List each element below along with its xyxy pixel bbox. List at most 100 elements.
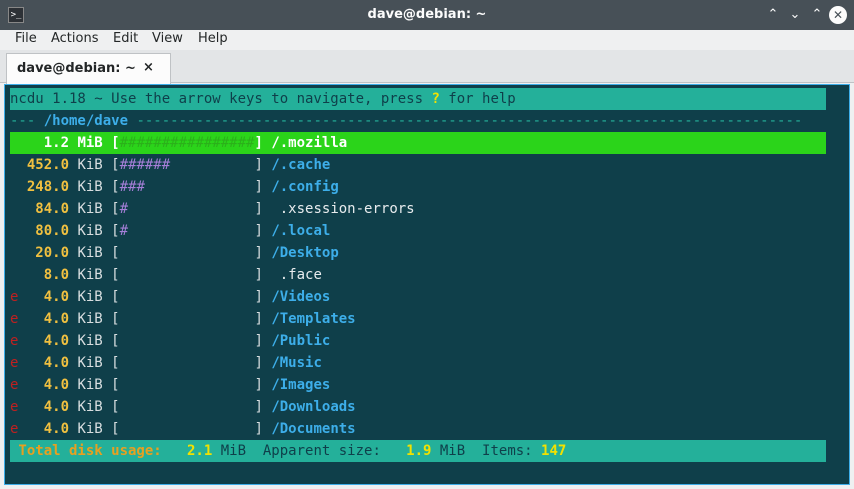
entry-size: 4.0 [18,289,70,305]
entry-row[interactable]: 1.2 MiB [################] /.mozilla [10,132,826,154]
apparent-size-label: Apparent size: [246,443,381,459]
menu-view[interactable]: View [152,31,183,46]
minimize-icon[interactable]: ⌄ [785,5,805,25]
entry-size: 4.0 [18,377,70,393]
entry-row[interactable]: e 4.0 KiB [ ] /Templates [10,308,826,330]
items-label: Items: [465,443,533,459]
entry-unit: KiB [69,333,103,349]
entry-usage-bar [120,421,255,437]
entry-size: 8.0 [18,267,70,283]
entry-row[interactable]: e 4.0 KiB [ ] /Downloads [10,396,826,418]
menu-edit[interactable]: Edit [113,31,138,46]
entry-usage-bar [120,267,255,283]
bar-open: [ [102,245,120,261]
bar-open: [ [102,267,120,283]
menu-actions[interactable]: Actions [51,31,99,46]
path-suffix: ----------------------------------------… [128,113,803,129]
items-value: 147 [532,443,567,459]
entry-usage-bar [120,333,255,349]
total-usage-label: Total disk usage: [10,443,162,459]
entry-row[interactable]: 248.0 KiB [### ] /.config [10,176,826,198]
tab-bar: dave@debian: ~ × [0,50,854,84]
entry-unit: KiB [69,157,103,173]
entry-unit: KiB [69,179,103,195]
entry-size: 4.0 [18,421,70,437]
bar-open: [ [102,201,120,217]
entry-unit: KiB [69,377,103,393]
entry-row[interactable]: 84.0 KiB [# ] .xsession-errors [10,198,826,220]
bar-close: ] [254,245,272,261]
entry-name: /Music [271,355,322,371]
tab-label: dave@debian: ~ [17,61,136,76]
current-path: /home/dave [43,113,129,129]
title-bar: >_ dave@debian: ~ ⌃ ⌄ ⌃ ✕ [0,0,854,30]
entry-name: .face [271,267,322,283]
entry-unit: KiB [69,223,103,239]
header-text-end: for help [439,91,516,107]
entry-row[interactable]: 452.0 KiB [###### ] /.cache [10,154,826,176]
bar-open: [ [102,135,120,151]
entry-name: /.config [271,179,339,195]
bar-open: [ [102,223,120,239]
total-usage-value: 2.1 [161,443,213,459]
entry-unit: KiB [69,421,103,437]
maximize-icon[interactable]: ⌃ [807,5,827,25]
entry-row[interactable]: e 4.0 KiB [ ] /Images [10,374,826,396]
bar-close: ] [254,179,272,195]
entry-usage-bar: ################ [119,135,255,151]
entry-size: 4.0 [18,399,70,415]
bar-close: ] [254,377,272,393]
entry-row[interactable]: 80.0 KiB [# ] /.local [10,220,826,242]
bar-open: [ [102,421,120,437]
bar-close: ] [254,399,272,415]
entry-usage-bar: # [119,223,255,239]
entry-name: /Downloads [271,399,356,415]
apparent-size-unit: MiB [431,443,466,459]
current-path-row: --- /home/dave -------------------------… [10,110,826,132]
entry-row[interactable]: 8.0 KiB [ ] .face [10,264,826,286]
close-icon[interactable]: ✕ [829,6,847,24]
entry-size: 80.0 [18,223,70,239]
entry-usage-bar: ###### [119,157,255,173]
bar-close: ] [254,223,272,239]
tab-close-icon[interactable]: × [143,60,154,75]
menu-file[interactable]: File [15,31,37,46]
window-title: dave@debian: ~ [367,7,487,22]
entry-name: /.mozilla [271,135,348,151]
bar-close: ] [254,135,272,151]
entry-name: .xsession-errors [271,201,415,217]
bar-close: ] [254,421,272,437]
entry-name: /.local [271,223,331,239]
path-prefix: --- [10,113,44,129]
entry-usage-bar [120,399,255,415]
entry-row[interactable]: e 4.0 KiB [ ] /Documents [10,418,826,440]
entry-unit: KiB [69,289,103,305]
menu-bar: File Actions Edit View Help [0,30,854,50]
menu-help[interactable]: Help [198,31,228,46]
entry-name: /.cache [271,157,331,173]
help-key: ? [431,91,440,107]
header-text: ncdu 1.18 ~ Use the arrow keys to naviga… [10,91,432,107]
entry-size: 20.0 [18,245,70,261]
entry-unit: MiB [69,135,103,151]
entry-usage-bar: # [119,201,255,217]
entry-unit: KiB [69,355,103,371]
entry-row[interactable]: 20.0 KiB [ ] /Desktop [10,242,826,264]
entry-usage-bar [120,311,255,327]
bar-close: ] [254,355,272,371]
apparent-size-value: 1.9 [380,443,432,459]
entry-size: 4.0 [18,355,70,371]
ncdu-view[interactable]: ncdu 1.18 ~ Use the arrow keys to naviga… [10,88,826,468]
entry-row[interactable]: e 4.0 KiB [ ] /Public [10,330,826,352]
entry-size: 4.0 [18,311,70,327]
entry-row[interactable]: e 4.0 KiB [ ] /Videos [10,286,826,308]
bar-open: [ [102,355,120,371]
entry-name: /Images [271,377,331,393]
tab-terminal[interactable]: dave@debian: ~ × [6,53,171,84]
entry-name: /Templates [271,311,356,327]
entry-name: /Public [271,333,331,349]
entry-row[interactable]: e 4.0 KiB [ ] /Music [10,352,826,374]
bar-close: ] [254,289,272,305]
entry-size: 1.2 [18,135,70,151]
keep-above-icon[interactable]: ⌃ [763,5,783,25]
